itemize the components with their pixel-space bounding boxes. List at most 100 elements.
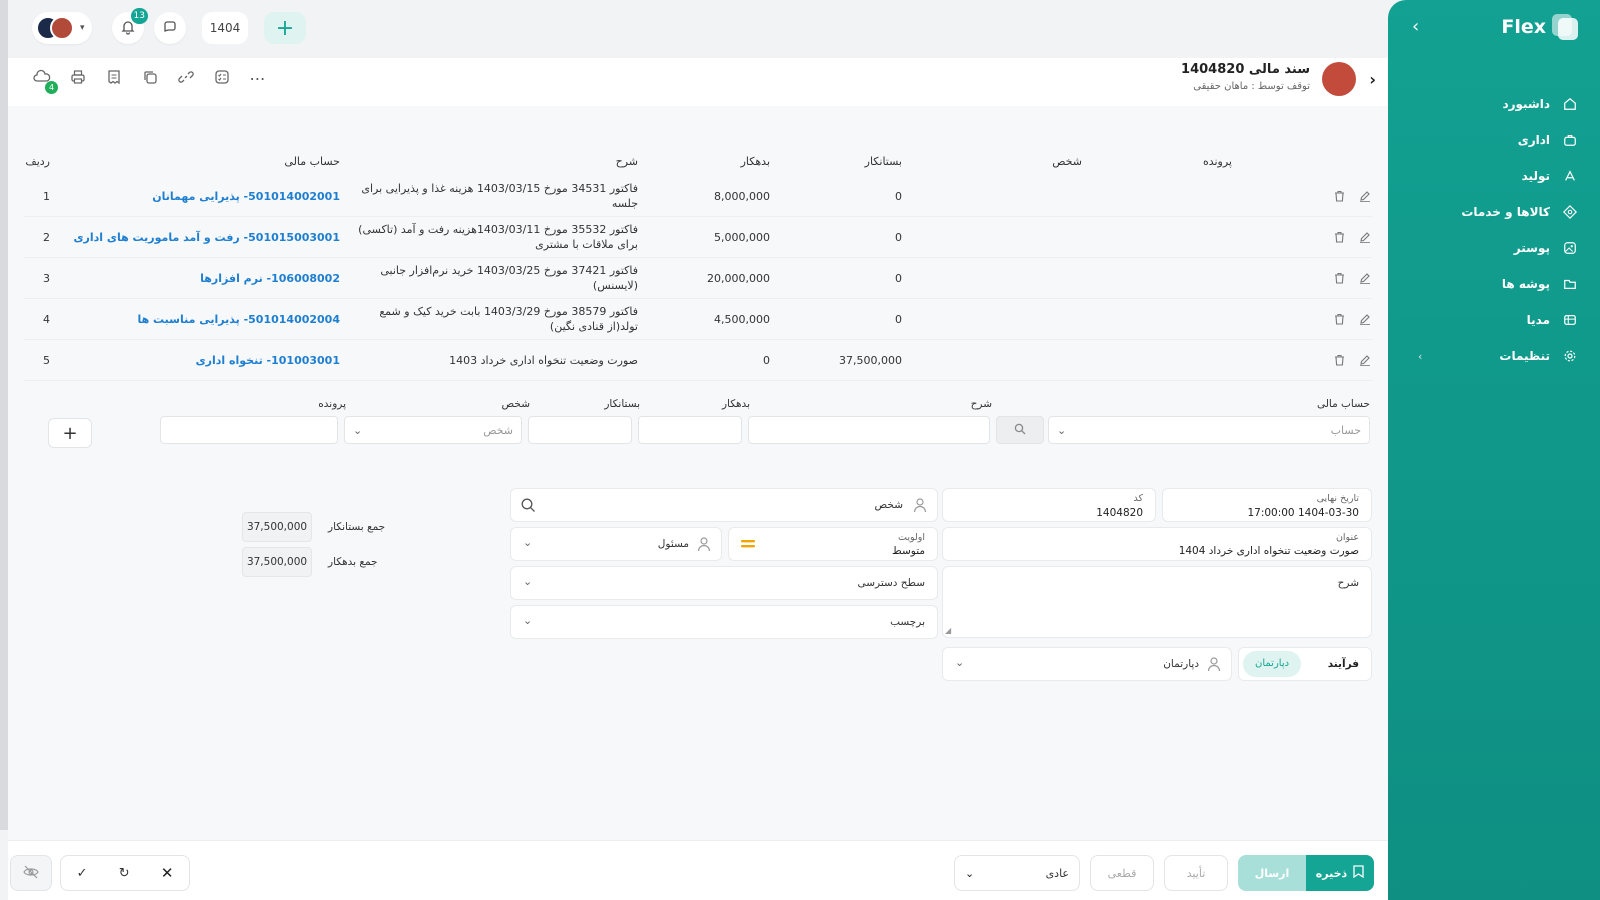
- priority-field[interactable]: اولویت متوسط: [728, 527, 938, 561]
- column-header-account: حساب مالی: [284, 154, 340, 168]
- sidebar-collapse-button[interactable]: ‹: [1412, 18, 1432, 38]
- chat-button[interactable]: [154, 12, 186, 44]
- tag-select[interactable]: برچسب ⌄: [510, 605, 938, 639]
- sidebar-item-production[interactable]: تولید: [1388, 158, 1600, 194]
- sidebar-item-products[interactable]: کالاها و خدمات: [1388, 194, 1600, 230]
- sidebar-item-poster[interactable]: پوستر: [1388, 230, 1600, 266]
- sidebar-item-media[interactable]: مدیا: [1388, 302, 1600, 338]
- entry-account-label: حساب مالی: [1316, 398, 1370, 410]
- trash-icon[interactable]: [1332, 230, 1346, 244]
- confirm-button[interactable]: تأیید: [1164, 855, 1228, 891]
- close-icon[interactable]: ✕: [161, 864, 174, 882]
- tab-department[interactable]: دپارتمان: [1243, 651, 1302, 677]
- account-search-button[interactable]: [996, 416, 1044, 444]
- receipt-button[interactable]: [104, 68, 124, 88]
- journal-table: ردیف حساب مالی شرح بدهکار بستانکار شخص پ…: [24, 146, 1372, 381]
- description-textarea[interactable]: شرح ◢: [942, 566, 1372, 638]
- sidebar-item-office[interactable]: اداری: [1388, 122, 1600, 158]
- final-date-field[interactable]: تاریخ نهایی 1404-03-30 17:00:00: [1162, 488, 1372, 522]
- save-button[interactable]: ذخیره: [1306, 855, 1374, 891]
- attachments-button[interactable]: 4: [32, 68, 58, 94]
- column-header-person: شخص: [1052, 154, 1082, 168]
- notifications-button[interactable]: 13: [112, 8, 148, 44]
- account-link[interactable]: 501015003001- رفت و آمد ماموریت های ادار…: [73, 231, 340, 244]
- add-row-button[interactable]: +: [48, 418, 92, 448]
- total-debit-value: 37,500,000: [242, 547, 312, 577]
- title-field[interactable]: عنوان صورت وضعیت تنخواه اداری خرداد 1404: [942, 527, 1372, 561]
- entry-debit-input[interactable]: [638, 416, 742, 444]
- checklist-button[interactable]: [212, 68, 232, 88]
- redo-icon[interactable]: ↻: [119, 866, 130, 881]
- table-row[interactable]: 1 501014002001- پذیرایی مهمانان فاکتور 3…: [24, 176, 1372, 217]
- create-new-button[interactable]: +: [264, 12, 306, 44]
- brand-name: Flex: [1501, 16, 1546, 38]
- row-index: 1: [43, 189, 50, 203]
- column-header-debit: بدهکار: [740, 154, 770, 168]
- entry-file-label: پرونده: [318, 398, 346, 410]
- code-field[interactable]: کد 1404820: [942, 488, 1156, 522]
- department-select[interactable]: دپارتمان ⌄: [942, 647, 1232, 681]
- user-avatar-menu[interactable]: ▾: [32, 12, 92, 44]
- table-header: ردیف حساب مالی شرح بدهکار بستانکار شخص پ…: [24, 146, 1372, 176]
- more-options-button[interactable]: ⋯: [248, 68, 268, 88]
- print-button[interactable]: [68, 68, 88, 88]
- edit-icon[interactable]: [1358, 271, 1372, 285]
- row-description: صورت وضعیت تنخواه اداری خرداد 1403: [449, 353, 638, 367]
- account-link[interactable]: 501014002001- پذیرایی مهمانان: [152, 190, 340, 203]
- table-row[interactable]: 4 501014002004- پذیرایی مناسبت ها فاکتور…: [24, 299, 1372, 340]
- account-link[interactable]: 101003001- تنخواه اداری: [196, 354, 340, 367]
- trash-icon[interactable]: [1332, 312, 1346, 326]
- entry-file-input[interactable]: [160, 416, 338, 444]
- entry-credit-input[interactable]: [528, 416, 632, 444]
- media-icon: [1562, 312, 1578, 328]
- sidebar-item-label: کالاها و خدمات: [1461, 205, 1550, 219]
- row-index: 4: [43, 312, 50, 326]
- access-level-select[interactable]: سطح دسترسی ⌄: [510, 566, 938, 600]
- trash-icon[interactable]: [1332, 189, 1346, 203]
- table-row[interactable]: 5 101003001- تنخواه اداری صورت وضعیت تنخ…: [24, 340, 1372, 381]
- status-select[interactable]: عادی ⌄: [954, 855, 1080, 891]
- link-button[interactable]: [176, 68, 196, 88]
- edit-icon[interactable]: [1358, 353, 1372, 367]
- edit-icon[interactable]: [1358, 230, 1372, 244]
- trash-icon[interactable]: [1332, 271, 1346, 285]
- edit-icon[interactable]: [1358, 189, 1372, 203]
- sidebar-item-dashboard[interactable]: داشبورد: [1388, 86, 1600, 122]
- trash-icon[interactable]: [1332, 353, 1346, 367]
- table-row[interactable]: 3 106008002- نرم افزارها فاکتور 37421 مو…: [24, 258, 1372, 299]
- account-select[interactable]: حساب ⌄: [1048, 416, 1370, 444]
- resize-handle-icon[interactable]: ◢: [945, 626, 951, 635]
- brand-logo[interactable]: Flex: [1501, 14, 1578, 40]
- sidebar-item-label: اداری: [1517, 133, 1550, 147]
- sidebar-item-label: تنظیمات: [1499, 349, 1550, 363]
- sidebar-item-settings[interactable]: تنظیمات ‹: [1388, 338, 1600, 374]
- send-button[interactable]: ارسال: [1238, 855, 1306, 891]
- edit-icon[interactable]: [1358, 312, 1372, 326]
- copy-button[interactable]: [140, 68, 160, 88]
- responsible-placeholder: مسئول: [657, 538, 689, 550]
- title-value: صورت وضعیت تنخواه اداری خرداد 1404: [1178, 545, 1359, 557]
- final-button[interactable]: قطعی: [1090, 855, 1154, 891]
- entry-person-select[interactable]: شخص ⌄: [344, 416, 522, 444]
- tab-process[interactable]: فرآیند: [1328, 658, 1359, 670]
- final-date-label: تاریخ نهایی: [1316, 493, 1359, 504]
- code-value: 1404820: [1096, 507, 1143, 519]
- factory-icon: [1562, 168, 1578, 184]
- sidebar-item-folders[interactable]: پوشه ها: [1388, 266, 1600, 302]
- table-row[interactable]: 2 501015003001- رفت و آمد ماموریت های اد…: [24, 217, 1372, 258]
- entry-description-input[interactable]: [748, 416, 990, 444]
- check-icon[interactable]: ✓: [77, 866, 88, 881]
- chevron-down-icon: ▾: [80, 23, 85, 33]
- avatar: [1322, 62, 1356, 96]
- fiscal-year-button[interactable]: 1404: [202, 12, 248, 44]
- account-link[interactable]: 501014002004- پذیرایی مناسبت ها: [137, 313, 340, 326]
- person-search-field[interactable]: شخص: [510, 488, 938, 522]
- account-link[interactable]: 106008002- نرم افزارها: [200, 272, 340, 285]
- chevron-down-icon: ⌄: [353, 423, 363, 437]
- back-button[interactable]: ›: [1369, 70, 1376, 89]
- responsible-select[interactable]: مسئول ⌄: [510, 527, 722, 561]
- hide-button[interactable]: [10, 855, 52, 891]
- image-icon: [1562, 240, 1578, 256]
- status-value: عادی: [1045, 866, 1069, 880]
- briefcase-icon: [1562, 132, 1578, 148]
